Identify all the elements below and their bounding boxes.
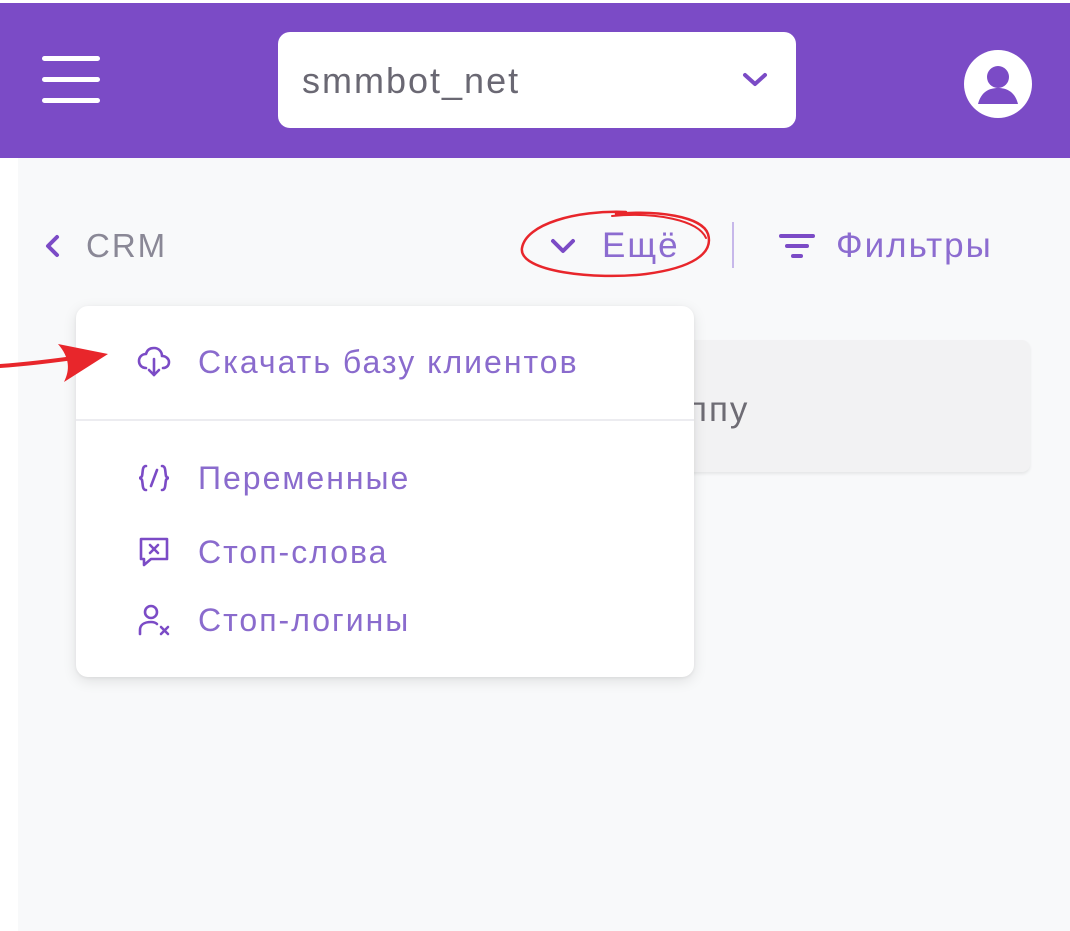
account-select[interactable]: smmbot_net [278,32,796,128]
filters-button[interactable]: Фильтры [778,222,993,270]
chevron-down-icon [743,73,767,86]
menu-divider [76,419,694,421]
toolbar-divider [732,222,734,268]
user-x-icon [136,602,172,638]
menu-item-label: Стоп-слова [198,533,389,570]
user-avatar-icon[interactable] [962,48,1034,120]
menu-item-label: Скачать базу клиентов [198,343,579,380]
chevron-left-icon [46,235,59,257]
menu-item-download-clients[interactable]: Скачать базу клиентов [136,338,579,386]
filters-button-label: Фильтры [836,226,993,265]
top-edge [0,0,1070,3]
more-button[interactable]: Ещё [548,222,680,270]
menu-item-variables[interactable]: Переменные [136,454,410,502]
more-button-label: Ещё [602,226,680,265]
crm-toolbar: CRM Ещё Фильтры [0,200,1070,290]
add-group-card-text: ппу [688,390,750,429]
hamburger-menu-icon[interactable] [42,56,100,103]
top-app-bar: smmbot_net [0,0,1070,158]
back-link-label: CRM [86,227,168,264]
more-dropdown-menu: Скачать базу клиентов Переменные Стоп-сл… [76,306,694,677]
cloud-download-icon [136,344,172,380]
variable-braces-icon [136,460,172,496]
menu-item-stop-logins[interactable]: Стоп-логины [136,596,410,644]
chevron-down-icon [551,239,575,253]
menu-item-stop-words[interactable]: Стоп-слова [136,528,388,576]
back-to-crm-link[interactable]: CRM [44,222,167,270]
account-select-value: smmbot_net [302,60,521,101]
add-group-card[interactable]: ппу [660,340,1030,472]
menu-item-label: Переменные [198,459,411,496]
menu-item-label: Стоп-логины [198,601,411,638]
message-x-icon [136,534,172,570]
filter-icon [779,234,815,258]
